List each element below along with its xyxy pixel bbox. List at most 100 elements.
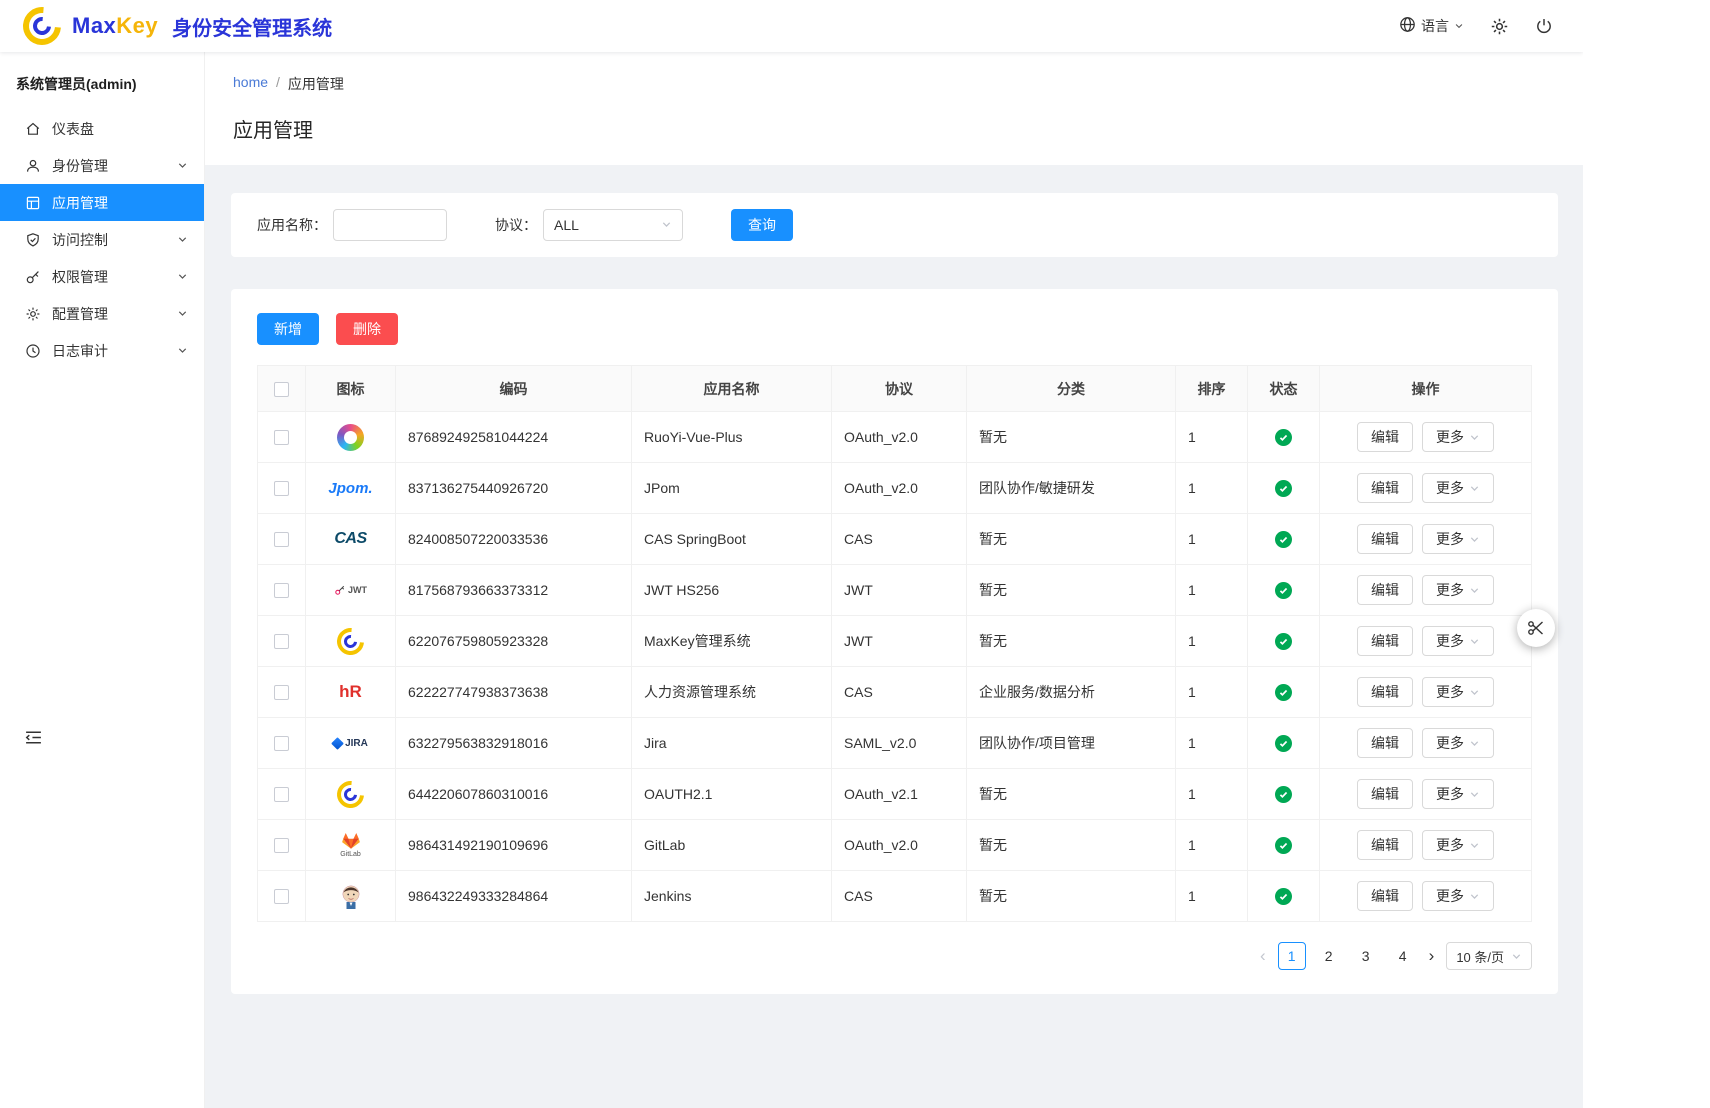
pagination-page-2[interactable]: 2 [1315,942,1343,970]
sidebar-item-label: 日志审计 [52,341,177,361]
more-button[interactable]: 更多 [1422,830,1494,860]
table-column-header: 编码 [396,366,632,412]
app-code-cell: 632279563832918016 [396,718,632,769]
collapse-sidebar-icon[interactable] [24,728,43,747]
breadcrumb-home-link[interactable]: home [233,74,268,94]
sidebar-item-dashboard[interactable]: 仪表盘 [0,110,204,147]
table-column-header: 排序 [1176,366,1248,412]
status-enabled-icon [1275,480,1292,497]
page-size-select[interactable]: 10 条/页 [1446,942,1532,970]
sidebar-item-permissions[interactable]: 权限管理 [0,258,204,295]
app-sort-cell: 1 [1176,769,1248,820]
app-sort-cell: 1 [1176,718,1248,769]
app-protocol-cell: OAuth_v2.0 [832,463,967,514]
edit-button[interactable]: 编辑 [1357,728,1413,758]
app-protocol-cell: OAuth_v2.0 [832,820,967,871]
more-button[interactable]: 更多 [1422,626,1494,656]
more-button[interactable]: 更多 [1422,728,1494,758]
edit-button[interactable]: 编辑 [1357,881,1413,911]
jira-icon: JIRA [333,726,368,760]
pagination-page-3[interactable]: 3 [1352,942,1380,970]
cas-icon: CAS [334,522,366,556]
app-name-cell: JPom [632,463,832,514]
brand: MaxKey 身份安全管理系统 [22,6,332,46]
row-checkbox[interactable] [274,685,289,700]
sidebar-item-audit[interactable]: 日志审计 [0,332,204,369]
logout-icon[interactable] [1535,17,1553,35]
app-code-cell: 817568793663373312 [396,565,632,616]
delete-button[interactable]: 删除 [336,313,398,345]
hr-icon: hR [336,675,366,709]
app-sort-cell: 1 [1176,616,1248,667]
pagination-prev[interactable]: ‹ [1257,946,1269,966]
app-sort-cell: 1 [1176,820,1248,871]
maxkey-icon [336,777,366,811]
protocol-select[interactable]: ALL [543,209,683,241]
edit-button[interactable]: 编辑 [1357,830,1413,860]
sidebar-item-label: 应用管理 [52,193,188,213]
select-all-checkbox[interactable] [274,382,289,397]
row-checkbox[interactable] [274,634,289,649]
sidebar-item-config[interactable]: 配置管理 [0,295,204,332]
app-protocol-cell: CAS [832,871,967,922]
app-sort-cell: 1 [1176,871,1248,922]
more-button[interactable]: 更多 [1422,575,1494,605]
filter-card: 应用名称： 协议： ALL 查询 [231,193,1558,257]
clock-icon [24,342,41,359]
row-checkbox[interactable] [274,430,289,445]
row-checkbox[interactable] [274,889,289,904]
row-checkbox[interactable] [274,532,289,547]
app-category-cell: 暂无 [967,871,1176,922]
app-sort-cell: 1 [1176,565,1248,616]
page-header: home / 应用管理 应用管理 [205,52,1583,165]
table-column-header: 应用名称 [632,366,832,412]
row-checkbox[interactable] [274,838,289,853]
sidebar-item-apps[interactable]: 应用管理 [0,184,204,221]
app-name-input[interactable] [333,209,447,241]
pagination-next[interactable]: › [1426,946,1438,966]
edit-button[interactable]: 编辑 [1357,626,1413,656]
more-button[interactable]: 更多 [1422,524,1494,554]
app-code-cell: 837136275440926720 [396,463,632,514]
table-column-header: 分类 [967,366,1176,412]
app-name-label: 应用名称： [257,215,327,235]
app-name-cell: RuoYi-Vue-Plus [632,412,832,463]
floating-tool-button[interactable] [1517,609,1555,647]
chevron-down-icon [177,345,188,356]
settings-gear-icon[interactable] [1490,17,1509,36]
app-name-cell: GitLab [632,820,832,871]
more-button[interactable]: 更多 [1422,422,1494,452]
table-row: 622076759805923328MaxKey管理系统JWT暂无1编辑更多 [258,616,1532,667]
app-title: 身份安全管理系统 [172,12,332,41]
edit-button[interactable]: 编辑 [1357,524,1413,554]
language-selector[interactable]: 语言 [1399,16,1464,36]
sidebar-item-label: 访问控制 [52,230,177,250]
more-button[interactable]: 更多 [1422,779,1494,809]
add-button[interactable]: 新增 [257,313,319,345]
app-category-cell: 暂无 [967,820,1176,871]
edit-button[interactable]: 编辑 [1357,779,1413,809]
sidebar-item-identity[interactable]: 身份管理 [0,147,204,184]
sidebar: 系统管理员(admin) 仪表盘身份管理应用管理访问控制权限管理配置管理日志审计 [0,52,205,1108]
chevron-down-icon [177,271,188,282]
status-enabled-icon [1275,888,1292,905]
search-button[interactable]: 查询 [731,209,793,241]
row-checkbox[interactable] [274,481,289,496]
pagination-page-4[interactable]: 4 [1389,942,1417,970]
edit-button[interactable]: 编辑 [1357,677,1413,707]
user-icon [24,157,41,174]
more-button[interactable]: 更多 [1422,677,1494,707]
row-checkbox[interactable] [274,736,289,751]
pagination-page-1[interactable]: 1 [1278,942,1306,970]
app-name-cell: 人力资源管理系统 [632,667,832,718]
key-icon [24,268,41,285]
edit-button[interactable]: 编辑 [1357,422,1413,452]
more-button[interactable]: 更多 [1422,881,1494,911]
more-button[interactable]: 更多 [1422,473,1494,503]
app-name-cell: JWT HS256 [632,565,832,616]
edit-button[interactable]: 编辑 [1357,575,1413,605]
sidebar-item-access-control[interactable]: 访问控制 [0,221,204,258]
edit-button[interactable]: 编辑 [1357,473,1413,503]
row-checkbox[interactable] [274,583,289,598]
row-checkbox[interactable] [274,787,289,802]
